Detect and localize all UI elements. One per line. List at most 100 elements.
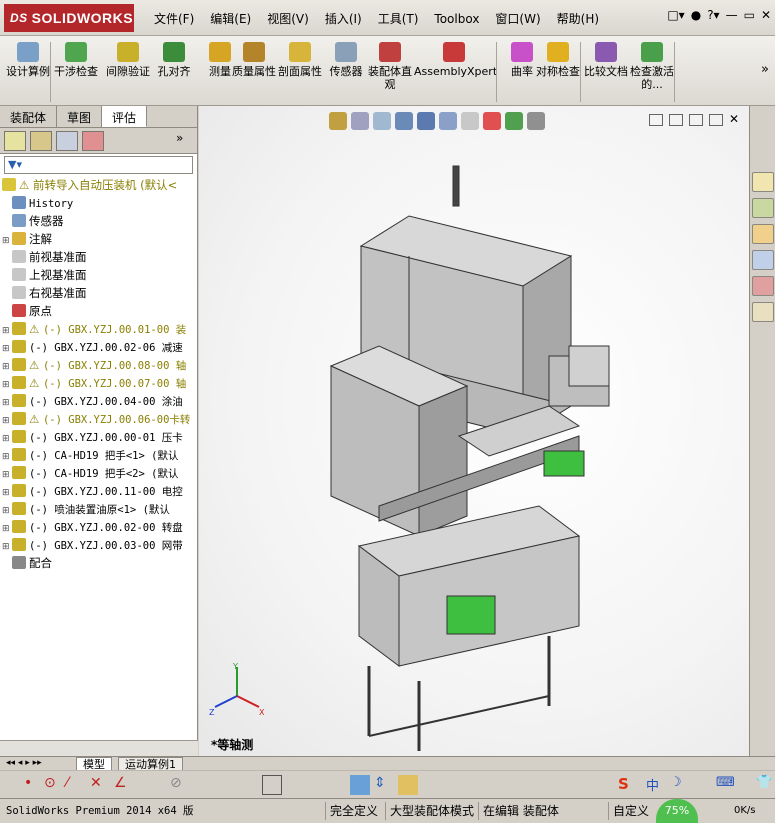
menu-item[interactable]: 工具(T)	[370, 10, 427, 28]
tree-item[interactable]: ⊞ (-) GBX.YZJ.00.04-00 涂油	[2, 392, 197, 410]
menu-item[interactable]: 编辑(E)	[202, 10, 259, 28]
close-icon[interactable]: ✕	[761, 8, 771, 22]
tree-item[interactable]: ⊞ (-) CA-HD19 把手<1> (默认	[2, 446, 197, 464]
ribbon-assemblyxpert-button[interactable]: AssemblyXpert	[414, 42, 497, 78]
ribbon-check-active-button[interactable]: 检查激活的...	[628, 42, 676, 91]
tree-item[interactable]: ⊞ (-) CA-HD19 把手<2> (默认	[2, 464, 197, 482]
tab-sketch[interactable]: 草图	[57, 106, 103, 127]
tree-item[interactable]: 传感器	[2, 212, 197, 230]
tab-assembly[interactable]: 装配体	[0, 106, 58, 127]
tree-item[interactable]: 原点	[2, 302, 197, 320]
tree-item[interactable]: ⊞ ⚠ (-) GBX.YZJ.00.08-00 轴	[2, 356, 197, 374]
minimize-icon[interactable]: —	[726, 8, 738, 22]
expand-toggle-icon[interactable]: ⊞	[2, 394, 12, 410]
tab-motion-study[interactable]: 运动算例1	[118, 757, 183, 771]
tree-item[interactable]: ⊞ (-) GBX.YZJ.00.02-00 转盘	[2, 518, 197, 536]
ribbon-mass-properties-button[interactable]: 质量属性	[230, 42, 278, 78]
expand-toggle-icon[interactable]: ⊞	[2, 484, 12, 500]
line-icon[interactable]: ⁄	[66, 775, 86, 795]
configurationmanager-icon[interactable]	[56, 131, 78, 151]
tree-item[interactable]: ⊞ (-) GBX.YZJ.00.11-00 电控	[2, 482, 197, 500]
traffic-light-icon[interactable]: ●	[691, 8, 701, 22]
tree-item[interactable]: ⊞ (-) GBX.YZJ.00.02-06 减速	[2, 338, 197, 356]
graphics-area[interactable]: ✕ Y X Z *等轴测	[199, 106, 749, 756]
expand-toggle-icon[interactable]: ⊞	[2, 358, 12, 374]
expand-toggle-icon[interactable]: ⊞	[2, 538, 12, 554]
featuremanager-icon[interactable]	[4, 131, 26, 151]
tree-item[interactable]: ⊞ (-) GBX.YZJ.00.03-00 网带	[2, 536, 197, 554]
expand-toggle-icon[interactable]: ⊞	[2, 520, 12, 536]
move-icon[interactable]: ⇕	[374, 775, 394, 795]
menu-item[interactable]: Toolbox	[426, 10, 487, 28]
trim-icon[interactable]: ✕	[90, 775, 110, 795]
ribbon-design-study-button[interactable]: 设计算例	[4, 42, 52, 78]
tree-item[interactable]: ⊞ (-) 喷油装置油原<1> (默认	[2, 500, 197, 518]
ime-lang-icon[interactable]: 中	[646, 775, 666, 795]
tree-root[interactable]: ⚠ 前转导入自动压装机 (默认<	[2, 176, 197, 194]
angle-icon[interactable]: ∠	[114, 775, 134, 795]
file-explorer-icon[interactable]	[752, 224, 774, 244]
filter-icon[interactable]: ▼▾	[8, 158, 22, 171]
expand-toggle-icon[interactable]: ⊞	[2, 466, 12, 482]
expand-toggle-icon[interactable]: ⊞	[2, 412, 12, 428]
help-icon[interactable]: ?▾	[707, 8, 719, 22]
ribbon-sensor-button[interactable]: 传感器	[322, 42, 370, 78]
tree-item[interactable]: ⊞ ⚠ (-) GBX.YZJ.00.01-00 装	[2, 320, 197, 338]
home-icon[interactable]	[752, 172, 774, 192]
input-method-logo-icon[interactable]: S	[618, 775, 638, 795]
tree-item[interactable]: 前视基准面	[2, 248, 197, 266]
tree-horizontal-scrollbar[interactable]	[0, 740, 198, 756]
expand-panel-icon[interactable]: »	[176, 131, 198, 151]
tree-item[interactable]: History	[2, 194, 197, 212]
solidworks-logo[interactable]: DS SOLIDWORKS	[4, 4, 134, 32]
tab-evaluate[interactable]: 评估	[102, 106, 148, 127]
point-icon[interactable]: •	[24, 775, 44, 795]
new-document-icon[interactable]: □▾	[667, 8, 684, 22]
ime-mode-icon[interactable]: ☽	[670, 775, 690, 795]
circle-icon[interactable]: ⊙	[44, 775, 64, 795]
ribbon-section-properties-button[interactable]: 剖面属性	[276, 42, 324, 78]
assembly-model[interactable]	[199, 106, 749, 756]
menu-item[interactable]: 帮助(H)	[549, 10, 607, 28]
tab-scroll-icons[interactable]: ◂◂ ◂ ▸ ▸▸	[6, 758, 42, 768]
ime-skin-icon[interactable]: 👕	[756, 775, 775, 795]
tree-item[interactable]: 右视基准面	[2, 284, 197, 302]
tree-item[interactable]: ⊞ ⚠ (-) GBX.YZJ.00.06-00卡转	[2, 410, 197, 428]
menu-item[interactable]: 文件(F)	[146, 10, 202, 28]
tree-item[interactable]: 上视基准面	[2, 266, 197, 284]
tree-item[interactable]: 配合	[2, 554, 197, 572]
restore-icon[interactable]: ▭	[744, 8, 755, 22]
custom-properties-icon[interactable]	[752, 302, 774, 322]
ribbon-interference-button[interactable]: 干涉检查	[52, 42, 100, 78]
ribbon-compare-documents-button[interactable]: 比较文档	[582, 42, 630, 78]
misc-tool-icon[interactable]	[398, 775, 418, 795]
menu-item[interactable]: 窗口(W)	[487, 10, 548, 28]
sketch-entity-icon[interactable]: ⊘	[170, 775, 190, 795]
ribbon-hole-align-button[interactable]: 孔对齐	[150, 42, 198, 78]
appearances-icon[interactable]	[752, 276, 774, 296]
propertymanager-icon[interactable]	[30, 131, 52, 151]
expand-toggle-icon[interactable]: ⊞	[2, 430, 12, 446]
ribbon-overflow-icon[interactable]: »	[761, 62, 769, 77]
menu-item[interactable]: 插入(I)	[317, 10, 370, 28]
displaymanager-icon[interactable]	[82, 131, 104, 151]
tree-filter[interactable]: ▼▾	[4, 156, 193, 174]
custom-units[interactable]: 自定义	[608, 802, 653, 820]
tree-item[interactable]: ⊞ 注解	[2, 230, 197, 248]
menu-item[interactable]: 视图(V)	[259, 10, 317, 28]
view-palette-icon[interactable]	[752, 250, 774, 270]
tab-model[interactable]: 模型	[76, 757, 112, 771]
view-selector-icon[interactable]	[350, 775, 370, 795]
select-box-icon[interactable]	[262, 775, 282, 795]
ribbon-clearance-button[interactable]: 间隙验证	[104, 42, 152, 78]
expand-toggle-icon[interactable]: ⊞	[2, 448, 12, 464]
expand-toggle-icon[interactable]: ⊞	[2, 376, 12, 392]
ribbon-symmetry-check-button[interactable]: 对称检查	[534, 42, 582, 78]
tree-item[interactable]: ⊞ ⚠ (-) GBX.YZJ.00.07-00 轴	[2, 374, 197, 392]
expand-toggle-icon[interactable]: ⊞	[2, 340, 12, 356]
design-library-icon[interactable]	[752, 198, 774, 218]
keyboard-icon[interactable]: ⌨	[716, 775, 736, 795]
expand-toggle-icon[interactable]: ⊞	[2, 322, 12, 338]
expand-toggle-icon[interactable]: ⊞	[2, 502, 12, 518]
ribbon-assembly-visualization-button[interactable]: 装配体直观	[366, 42, 414, 91]
